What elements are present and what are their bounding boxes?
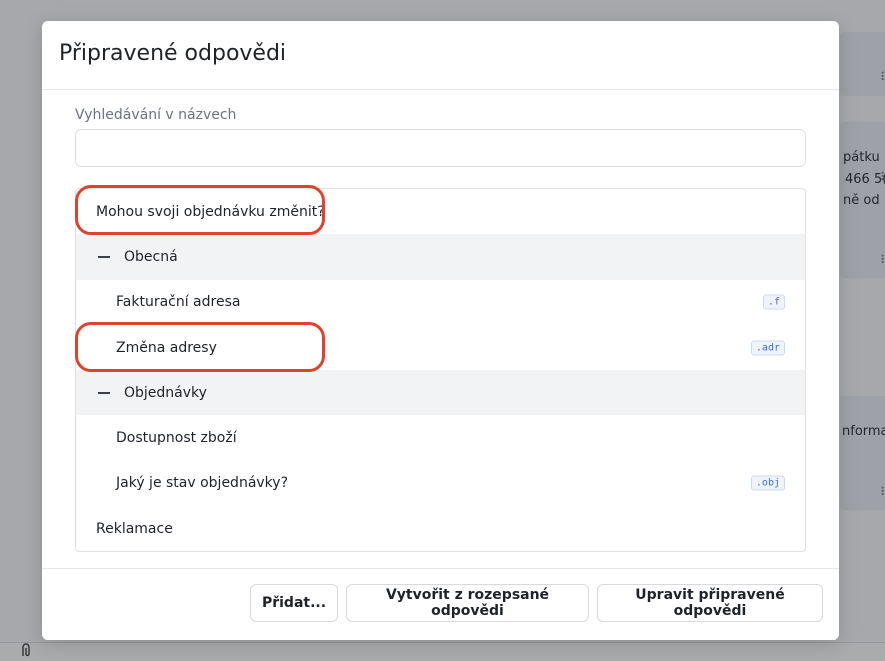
tree-item-reply[interactable]: Dostupnost zboží — [76, 415, 805, 460]
tree-group-obecna[interactable]: Obecná — [76, 234, 805, 280]
add-button[interactable]: Přidat... — [250, 584, 338, 622]
tree-item-label: Reklamace — [96, 520, 173, 537]
tree-item-reply[interactable]: Změna adresy .adr — [76, 325, 805, 370]
shortcut-badge: .obj — [750, 475, 785, 491]
collapse-icon[interactable] — [98, 255, 110, 258]
tree-item-reply[interactable]: Jaký je stav objednávky? .obj — [76, 461, 805, 506]
modal-title: Připravené odpovědi — [59, 41, 287, 66]
tree-item-reply[interactable]: Reklamace — [76, 506, 805, 551]
tree-item-label: Fakturační adresa — [116, 294, 241, 311]
tree-item-label: Jaký je stav objednávky? — [116, 475, 289, 492]
edit-prepared-replies-button[interactable]: Upravit připravené odpovědi — [597, 584, 823, 622]
tree-group-objednavky[interactable]: Objednávky — [76, 370, 805, 416]
collapse-icon[interactable] — [98, 391, 110, 394]
prepared-replies-modal: Připravené odpovědi Vyhledávání v názvec… — [42, 21, 839, 640]
modal-header: Připravené odpovědi — [42, 21, 839, 90]
tree-item-label: Dostupnost zboží — [116, 430, 237, 447]
search-label: Vyhledávání v názvech — [75, 107, 237, 123]
create-from-draft-button[interactable]: Vytvořit z rozepsané odpovědi — [346, 584, 589, 622]
shortcut-badge: .adr — [750, 340, 785, 356]
shortcut-badge: .f — [762, 294, 785, 310]
tree-item-label: Změna adresy — [116, 339, 217, 356]
search-input[interactable] — [75, 129, 806, 167]
modal-footer: Přidat... Vytvořit z rozepsané odpovědi … — [42, 568, 839, 640]
replies-tree: Mohou svoji objednávku změnit? Obecná Fa… — [75, 188, 806, 552]
tree-item-reply[interactable]: Fakturační adresa .f — [76, 280, 805, 325]
tree-group-label: Objednávky — [124, 384, 207, 401]
tree-group-label: Obecná — [124, 248, 178, 265]
tree-item-reply[interactable]: Mohou svoji objednávku změnit? — [76, 189, 805, 234]
tree-item-label: Mohou svoji objednávku změnit? — [96, 203, 325, 220]
